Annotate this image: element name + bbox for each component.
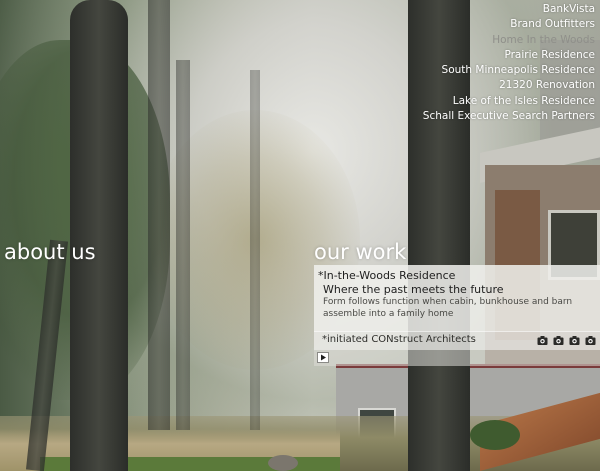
- nav-item-south-minneapolis-residence[interactable]: South Minneapolis Residence: [423, 63, 595, 78]
- project-nav: BankVista Brand Outfitters Home In the W…: [423, 2, 595, 124]
- about-us-link[interactable]: about us: [4, 240, 96, 264]
- project-name: *In-the-Woods Residence: [318, 269, 456, 282]
- rock: [268, 455, 298, 471]
- nav-item-schall-executive-search[interactable]: Schall Executive Search Partners: [423, 109, 595, 124]
- camera-icon[interactable]: [553, 335, 564, 346]
- our-work-link[interactable]: our work: [314, 240, 406, 264]
- camera-icon[interactable]: [537, 335, 548, 346]
- project-info-panel: *In-the-Woods Residence Where the past m…: [314, 265, 600, 366]
- nav-item-lake-of-the-isles-residence[interactable]: Lake of the Isles Residence: [423, 94, 595, 109]
- camera-icon[interactable]: [569, 335, 580, 346]
- tree-trunk: [148, 0, 170, 430]
- nav-item-home-in-the-woods[interactable]: Home In the Woods: [423, 33, 595, 48]
- nav-item-prairie-residence[interactable]: Prairie Residence: [423, 48, 595, 63]
- nav-item-brand-outfitters[interactable]: Brand Outfitters: [423, 17, 595, 32]
- architect-credit: *initiated CONstruct Architects: [322, 334, 476, 345]
- shrub: [470, 420, 520, 450]
- camera-icon[interactable]: [585, 335, 596, 346]
- project-description: Form follows function when cabin, bunkho…: [323, 297, 573, 319]
- credit-bar: *initiated CONstruct Architects: [314, 331, 600, 350]
- nav-item-21320-renovation[interactable]: 21320 Renovation: [423, 78, 595, 93]
- tree-trunk: [176, 60, 190, 430]
- project-details: *In-the-Woods Residence Where the past m…: [314, 265, 600, 331]
- tree-trunk: [250, 70, 260, 430]
- play-button[interactable]: [317, 352, 329, 363]
- project-tagline: Where the past meets the future: [323, 283, 504, 296]
- tree-trunk: [70, 0, 128, 471]
- media-controls: [314, 350, 600, 366]
- photo-gallery-buttons: [537, 335, 596, 346]
- nav-item-bankvista[interactable]: BankVista: [423, 2, 595, 17]
- play-icon: [321, 354, 326, 361]
